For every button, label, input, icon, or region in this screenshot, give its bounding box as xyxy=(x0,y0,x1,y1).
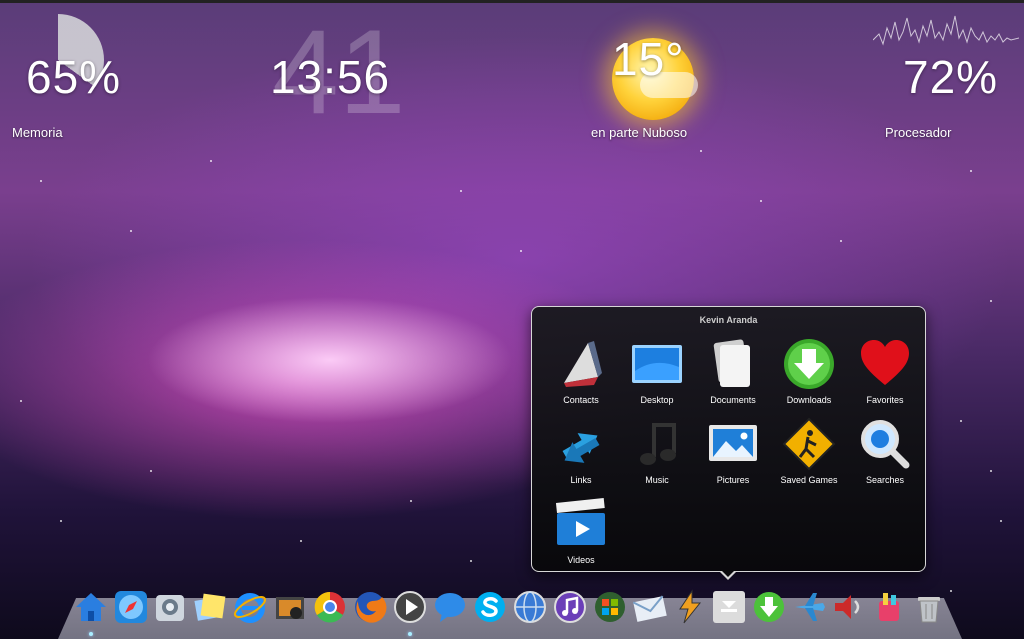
stack-item-videos[interactable]: Videos xyxy=(538,497,614,573)
saved-games-icon xyxy=(782,417,836,471)
running-indicator xyxy=(89,632,93,636)
memory-value: 65% xyxy=(26,51,122,103)
messenger-icon xyxy=(435,593,465,622)
stack-item-contacts[interactable]: Contacts xyxy=(538,337,614,413)
stack-item-downloads[interactable]: Downloads xyxy=(766,337,842,413)
dock-messenger[interactable] xyxy=(432,589,468,625)
memory-label: Memoria xyxy=(12,125,63,140)
dock-skype[interactable] xyxy=(472,589,508,625)
dock-media-player[interactable] xyxy=(392,589,428,625)
airplane-icon xyxy=(795,593,825,621)
dock-windows[interactable] xyxy=(592,589,628,625)
weather-temperature: 15° xyxy=(612,33,685,85)
dock-firefox[interactable] xyxy=(352,589,388,625)
dock-finder[interactable] xyxy=(152,589,188,625)
pictures-icon xyxy=(709,425,757,461)
stack-item-pictures[interactable]: Pictures xyxy=(690,417,766,493)
paint-icon xyxy=(879,593,899,621)
stack-popup: Kevin Aranda Contacts Desktop Documents … xyxy=(531,306,926,580)
itunes-icon xyxy=(554,591,586,623)
stack-item-documents[interactable]: Documents xyxy=(690,337,766,413)
download-arrow-icon xyxy=(754,592,784,622)
dock-chrome[interactable] xyxy=(312,589,348,625)
stack-item-links[interactable]: Links xyxy=(538,417,614,493)
heart-icon xyxy=(861,340,909,385)
desktop-folder-icon xyxy=(632,345,682,383)
stack-item-favorites[interactable]: Favorites xyxy=(842,337,918,413)
stack-item-desktop[interactable]: Desktop xyxy=(614,337,690,413)
firefox-icon xyxy=(355,592,387,623)
dock-mail[interactable] xyxy=(632,589,668,625)
dock-airplane[interactable] xyxy=(791,589,827,625)
stack-item-music[interactable]: Music xyxy=(614,417,690,493)
mail-icon xyxy=(632,595,667,622)
winamp-icon xyxy=(679,589,702,624)
safari-icon xyxy=(115,591,147,623)
dock-internet-explorer[interactable] xyxy=(232,589,268,625)
cpu-label: Procesador xyxy=(885,125,952,140)
finder-icon xyxy=(156,595,184,621)
stack-item-saved-games[interactable]: Saved Games xyxy=(766,417,842,493)
volume-icon xyxy=(835,595,860,619)
windows-icon xyxy=(595,592,625,622)
dock-stack-folder[interactable] xyxy=(711,589,747,625)
globe-icon xyxy=(514,591,546,623)
internet-explorer-icon xyxy=(233,593,267,623)
home-icon xyxy=(76,593,106,621)
sticky-notes-icon xyxy=(194,593,226,621)
media-player-icon xyxy=(394,591,426,623)
dock-itunes[interactable] xyxy=(552,589,588,625)
stack-item-searches[interactable]: Searches xyxy=(842,417,918,493)
links-icon xyxy=(562,433,600,463)
downloads-icon xyxy=(784,339,834,389)
dock-sticky-notes[interactable] xyxy=(192,589,228,625)
clapperboard-icon xyxy=(555,498,605,545)
stack-title: Kevin Aranda xyxy=(699,315,758,325)
dock-home[interactable] xyxy=(73,589,109,625)
weather-condition: en parte Nuboso xyxy=(591,125,688,140)
cpu-graph xyxy=(873,15,1019,46)
chrome-icon xyxy=(314,591,345,623)
dock-safari[interactable] xyxy=(113,589,149,625)
cpu-value: 72% xyxy=(903,51,999,103)
dock-trash[interactable] xyxy=(911,589,947,625)
clock-time: 13:56 xyxy=(270,51,391,103)
magnifier-icon xyxy=(861,420,910,469)
dock-winamp[interactable] xyxy=(672,589,708,625)
dock-paint[interactable] xyxy=(871,589,907,625)
dock-volume[interactable] xyxy=(831,589,867,625)
running-indicator xyxy=(408,632,412,636)
top-bar xyxy=(0,0,1024,3)
stack-folder-icon xyxy=(713,591,745,623)
music-note-icon xyxy=(640,423,676,465)
dock-globe[interactable] xyxy=(512,589,548,625)
documents-icon xyxy=(713,339,750,387)
dock-downloads[interactable] xyxy=(751,589,787,625)
contacts-icon xyxy=(564,341,602,387)
dock-photo[interactable] xyxy=(272,589,308,625)
skype-icon xyxy=(475,592,505,622)
trash-icon xyxy=(918,597,940,623)
photo-icon xyxy=(276,597,304,619)
